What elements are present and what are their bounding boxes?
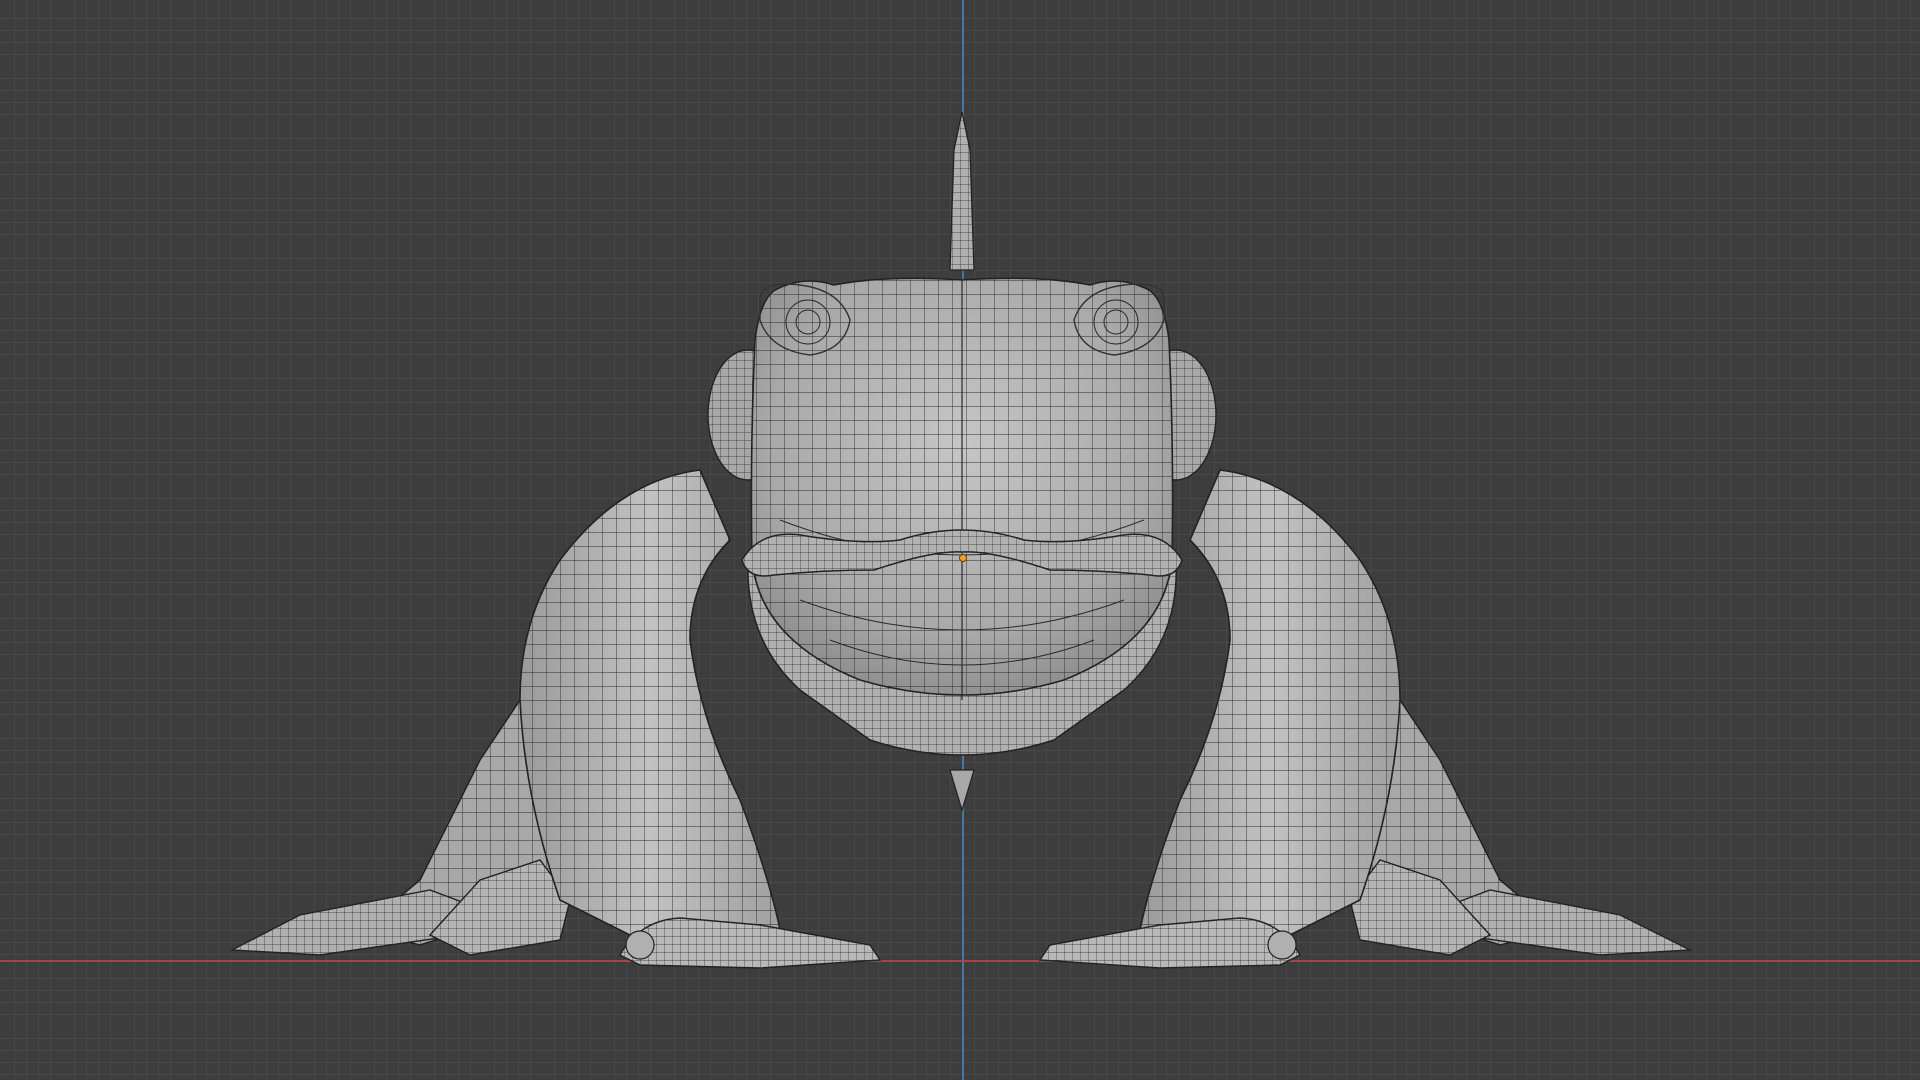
left-front-hand[interactable] [619,917,882,969]
right-back-foot[interactable] [1349,859,1693,956]
left-back-foot[interactable] [229,859,571,956]
chin-spike [949,769,975,813]
right-front-hand[interactable] [1038,917,1301,969]
left-front-arm[interactable] [519,469,781,941]
head-spike [949,111,975,271]
head[interactable] [750,277,1174,700]
right-front-arm[interactable] [1139,469,1401,941]
object-origin-dot[interactable] [959,554,967,562]
frog-mesh[interactable] [0,0,1920,1080]
3d-viewport[interactable] [0,0,1920,1080]
